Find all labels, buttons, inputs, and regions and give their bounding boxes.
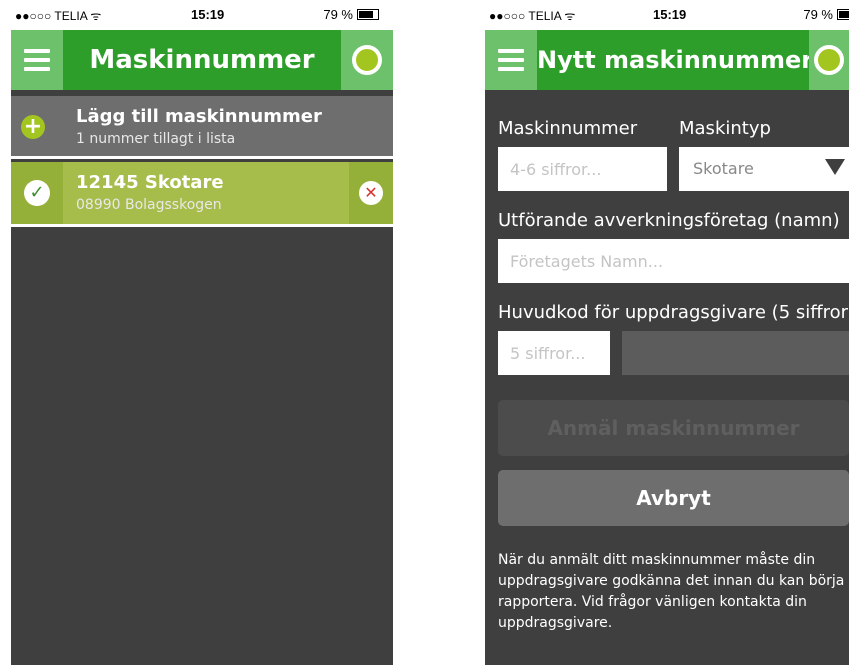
info-text: När du anmält ditt maskinnummer måste di… [498, 552, 845, 631]
battery-percent: 79 % [803, 7, 833, 22]
status-bar: ●●○○○ TELIA ᯤ 15:19 79 % [11, 0, 393, 30]
company-label: Utförande avverkningsföretag (namn) [498, 210, 840, 231]
new-machine-screen: ●●○○○ TELIA ᯤ 15:19 79 % Nytt maskinnumm… [485, 0, 849, 665]
menu-button[interactable] [11, 30, 63, 90]
machine-type-label: Maskintyp [679, 118, 771, 139]
menu-button[interactable] [485, 30, 537, 90]
client-name-display [622, 331, 849, 375]
dropdown-arrow-icon [825, 159, 845, 175]
machine-number-input[interactable] [498, 147, 667, 191]
carrier-label: ●●○○○ TELIA ᯤ [489, 9, 576, 23]
client-code-label: Huvudkod för uppdragsgivare (5 siffror) [498, 302, 849, 323]
close-icon: ✕ [359, 181, 383, 205]
battery-percent: 79 % [323, 7, 353, 22]
status-button[interactable] [809, 30, 849, 90]
add-row-title: Lägg till maskinnummer [76, 106, 322, 127]
form-area: Maskinnummer Maskintyp Skotare Utförande… [485, 90, 849, 665]
list-area: + Lägg till maskinnummer 1 nummer tillag… [11, 90, 393, 665]
submit-button[interactable]: Anmäl maskinnummer [498, 400, 849, 456]
divider [11, 156, 393, 159]
add-row-subtitle: 1 nummer tillagt i lista [76, 131, 236, 147]
cancel-button[interactable]: Avbryt [498, 470, 849, 526]
status-bar: ●●○○○ TELIA ᯤ 15:19 79 % [485, 0, 849, 30]
page-title: Nytt maskinnummer [537, 46, 814, 74]
add-machine-row[interactable]: + Lägg till maskinnummer 1 nummer tillag… [11, 96, 393, 156]
battery-indicator: 79 % [323, 7, 379, 22]
checkmark-icon: ✓ [24, 180, 50, 206]
machine-title: 12145 Skotare [76, 172, 224, 193]
machine-type-select[interactable]: Skotare [679, 147, 849, 191]
clock: 15:19 [653, 7, 687, 22]
client-code-input[interactable] [498, 331, 610, 375]
hamburger-icon [24, 49, 50, 53]
divider [11, 224, 393, 227]
carrier-label: ●●○○○ TELIA ᯤ [15, 9, 102, 23]
machine-subtitle: 08990 Bolagsskogen [76, 197, 222, 213]
battery-indicator: 79 % [803, 7, 849, 22]
page-title: Maskinnummer [89, 45, 315, 75]
select-toggle[interactable]: ✓ [11, 162, 63, 224]
list-item[interactable]: ✓ 12145 Skotare 08990 Bolagsskogen ✕ [11, 162, 393, 224]
machine-list-screen: ●●○○○ TELIA ᯤ 15:19 79 % Maskinnummer + … [11, 0, 393, 665]
status-button[interactable] [341, 30, 393, 90]
company-input[interactable] [498, 239, 849, 283]
status-dot-icon [814, 45, 844, 75]
battery-icon [357, 9, 379, 20]
hamburger-icon [498, 49, 524, 53]
battery-icon [837, 9, 849, 20]
app-header: Maskinnummer [11, 30, 393, 90]
status-dot-icon [352, 45, 382, 75]
machine-type-value: Skotare [693, 159, 754, 178]
machine-number-label: Maskinnummer [498, 118, 638, 139]
clock: 15:19 [191, 7, 225, 22]
delete-button[interactable]: ✕ [349, 162, 393, 224]
app-header: Nytt maskinnummer [485, 30, 849, 90]
plus-icon: + [21, 115, 45, 139]
